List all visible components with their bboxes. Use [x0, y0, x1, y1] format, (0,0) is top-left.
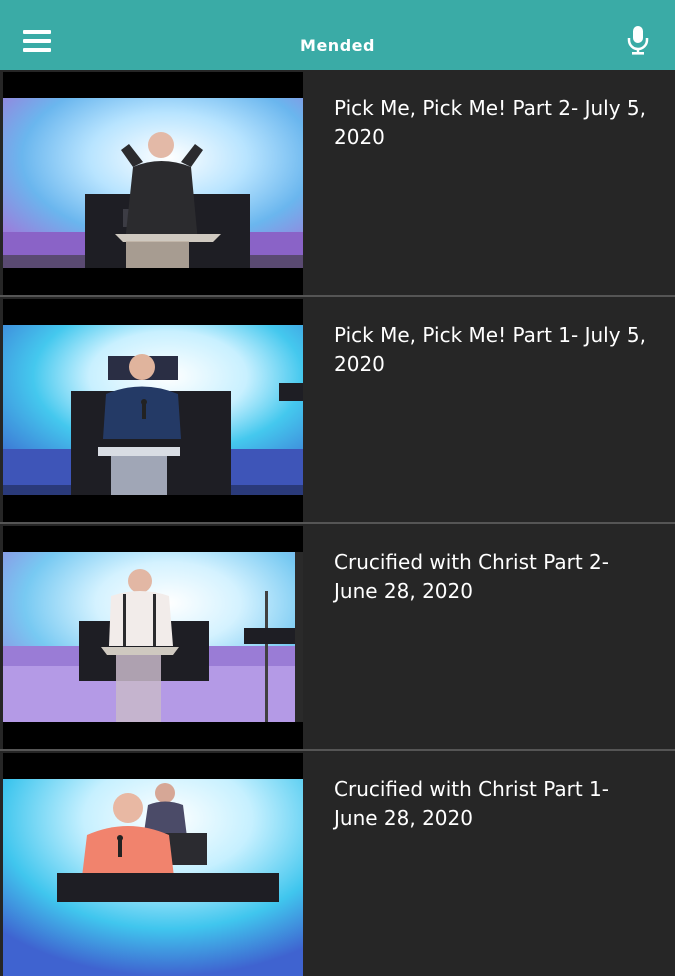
video-list-item[interactable]: Crucified with Christ Part 1- June 28, 2…: [0, 751, 675, 976]
microphone-icon[interactable]: [626, 26, 650, 56]
video-thumbnail[interactable]: [3, 72, 303, 295]
video-thumbnail[interactable]: [3, 753, 303, 976]
video-list-item[interactable]: Pick Me, Pick Me! Part 1- July 5, 2020: [0, 297, 675, 522]
video-list-item[interactable]: Crucified with Christ Part 2- June 28, 2…: [0, 524, 675, 749]
video-list-item[interactable]: Pick Me, Pick Me! Part 2- July 5, 2020: [0, 70, 675, 295]
video-list: Pick Me, Pick Me! Part 2- July 5, 2020 P…: [0, 70, 675, 976]
video-title[interactable]: Crucified with Christ Part 1- June 28, 2…: [334, 775, 654, 833]
video-thumbnail[interactable]: [3, 526, 303, 749]
video-title[interactable]: Pick Me, Pick Me! Part 2- July 5, 2020: [334, 94, 654, 152]
video-thumbnail[interactable]: [3, 299, 303, 522]
page-title: Mended: [300, 36, 375, 55]
video-title[interactable]: Crucified with Christ Part 2- June 28, 2…: [334, 548, 654, 606]
app-header: Mended: [0, 0, 675, 70]
video-title[interactable]: Pick Me, Pick Me! Part 1- July 5, 2020: [334, 321, 654, 379]
